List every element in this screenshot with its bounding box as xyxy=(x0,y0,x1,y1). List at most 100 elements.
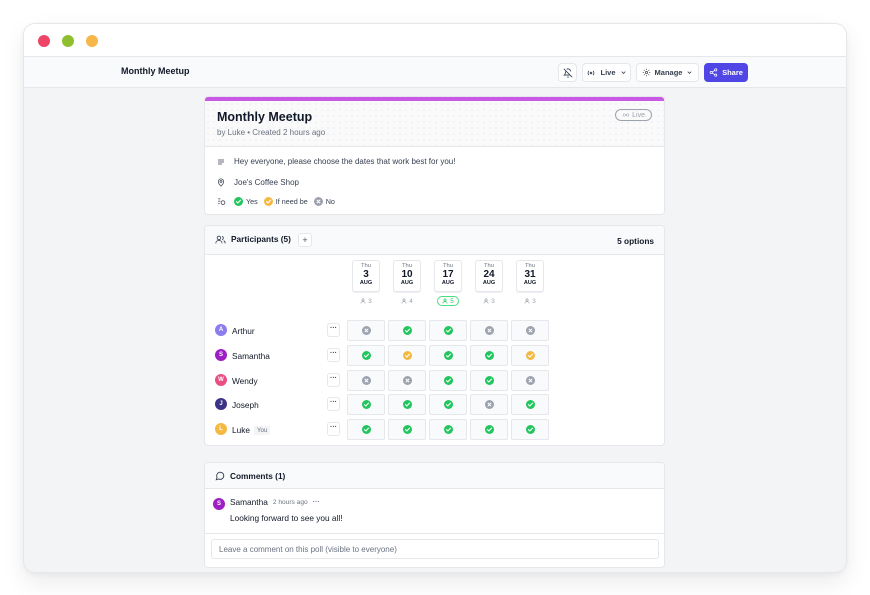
date-day: 10 xyxy=(401,269,413,280)
participant-menu-button[interactable]: ··· xyxy=(327,372,340,387)
check-circle-icon xyxy=(525,425,535,435)
participants-title: Participants (5) xyxy=(215,234,291,244)
chevron-down-icon xyxy=(620,71,626,74)
manage-dropdown[interactable]: Manage xyxy=(636,63,699,82)
participant-name: Wendy xyxy=(232,376,258,386)
user-icon xyxy=(483,298,489,304)
date-option: Thu 31 AUG xyxy=(516,260,544,292)
vote-cell-yes[interactable] xyxy=(470,369,508,391)
vote-cell-no[interactable] xyxy=(470,394,508,416)
vote-cell-no[interactable] xyxy=(388,369,426,391)
vote-cell-no[interactable] xyxy=(347,320,385,341)
avatar: J xyxy=(215,398,227,411)
date-vote-count: 3 xyxy=(358,296,374,306)
avatar: S xyxy=(213,498,225,510)
avatar: S xyxy=(215,348,227,361)
add-participant-button[interactable]: + xyxy=(298,233,312,247)
share-button[interactable]: Share xyxy=(704,63,748,82)
if-need-be-icon xyxy=(402,350,412,360)
zoom-window-button[interactable] xyxy=(86,35,98,47)
poll-title: Monthly Meetup xyxy=(217,110,313,124)
avatar-initial: S xyxy=(218,351,223,358)
users-icon xyxy=(215,235,226,243)
date-day: 24 xyxy=(483,269,495,280)
close-window-button[interactable] xyxy=(38,35,50,47)
vote-cell-yes[interactable] xyxy=(388,419,426,441)
poll-location: Joe's Coffee Shop xyxy=(217,178,299,187)
participant-row: J Joseph ··· xyxy=(205,394,664,416)
vote-cell-yes[interactable] xyxy=(347,419,385,441)
participant-name: Joseph xyxy=(232,400,259,410)
vote-cell-yes[interactable] xyxy=(347,344,385,366)
vote-cell-yes[interactable] xyxy=(388,394,426,416)
vote-cell-no[interactable] xyxy=(511,320,549,341)
poll-description-text: Hey everyone, please choose the dates th… xyxy=(234,157,456,166)
app-title: Monthly Meetup xyxy=(121,66,190,76)
participant-name-text: Arthur xyxy=(232,326,255,336)
gear-icon xyxy=(642,68,650,77)
check-circle-icon xyxy=(402,425,412,435)
vote-cell-ifneedbe[interactable] xyxy=(388,344,426,366)
date-vote-count-value: 4 xyxy=(409,297,413,305)
participants-title-text: Participants (5) xyxy=(231,234,291,244)
date-month: AUG xyxy=(359,280,373,286)
vote-cell-no[interactable] xyxy=(470,320,508,341)
broadcast-icon xyxy=(623,113,629,117)
vote-cell-no[interactable] xyxy=(511,369,549,391)
comment-menu-button[interactable]: ··· xyxy=(313,499,320,506)
manage-label: Manage xyxy=(654,68,683,77)
date-vote-count: 4 xyxy=(399,296,415,306)
vote-cell-yes[interactable] xyxy=(429,320,467,341)
check-circle-icon xyxy=(402,326,412,335)
participant-menu-button[interactable]: ··· xyxy=(327,323,340,337)
vote-cell-yes[interactable] xyxy=(429,344,467,366)
date-vote-count: 5 xyxy=(437,296,459,306)
comments-title: Comments (1) xyxy=(215,471,285,481)
date-vote-count-value: 3 xyxy=(368,297,372,305)
vote-cell-no[interactable] xyxy=(347,369,385,391)
speech-bubble-icon xyxy=(215,471,225,481)
avatar-initial: S xyxy=(216,501,221,507)
vote-cell-yes[interactable] xyxy=(511,394,549,416)
live-status-dropdown[interactable]: Live xyxy=(582,63,631,82)
avatar-initial: L xyxy=(219,426,223,433)
check-circle-icon xyxy=(361,400,371,410)
date-day: 3 xyxy=(363,269,369,280)
share-icon xyxy=(709,68,718,77)
check-circle-icon xyxy=(234,197,243,206)
mute-notifications-button[interactable] xyxy=(558,63,577,82)
vote-cell-yes[interactable] xyxy=(429,369,467,391)
vote-cell-yes[interactable] xyxy=(470,419,508,441)
participant-menu-button[interactable]: ··· xyxy=(327,397,340,412)
share-label: Share xyxy=(722,68,743,77)
comments-title-text: Comments (1) xyxy=(230,471,286,481)
minimize-window-button[interactable] xyxy=(62,35,74,47)
x-circle-icon xyxy=(525,326,535,335)
vote-cell-yes[interactable] xyxy=(511,419,549,441)
user-icon xyxy=(524,298,530,304)
participant-name: Samantha xyxy=(232,351,270,361)
participant-menu-button[interactable]: ··· xyxy=(327,347,340,362)
comment-input[interactable] xyxy=(211,539,659,559)
vote-cell-yes[interactable] xyxy=(388,320,426,341)
vote-cell-yes[interactable] xyxy=(429,394,467,416)
date-month: AUG xyxy=(400,280,414,286)
poll-details-card: Monthly Meetup by Luke • Created 2 hours… xyxy=(204,96,665,215)
vote-cell-ifneedbe[interactable] xyxy=(511,344,549,366)
participant-menu-button[interactable]: ··· xyxy=(327,422,340,437)
user-icon xyxy=(360,298,366,304)
vote-cell-yes[interactable] xyxy=(429,419,467,441)
check-circle-icon xyxy=(361,350,371,360)
participant-name: Arthur xyxy=(232,326,255,336)
user-icon xyxy=(442,298,448,304)
x-circle-icon xyxy=(361,326,371,335)
comments-divider xyxy=(205,533,664,534)
x-circle-icon xyxy=(525,375,535,385)
vote-cell-yes[interactable] xyxy=(470,344,508,366)
legend-ifneedbe-label: If need be xyxy=(275,197,308,206)
app-toolbar: Monthly Meetup Live Manage Share xyxy=(24,57,846,88)
participant-name-text: Joseph xyxy=(232,400,259,411)
live-label: Live xyxy=(600,68,616,77)
vote-cell-yes[interactable] xyxy=(347,394,385,416)
check-circle-icon xyxy=(443,350,453,360)
